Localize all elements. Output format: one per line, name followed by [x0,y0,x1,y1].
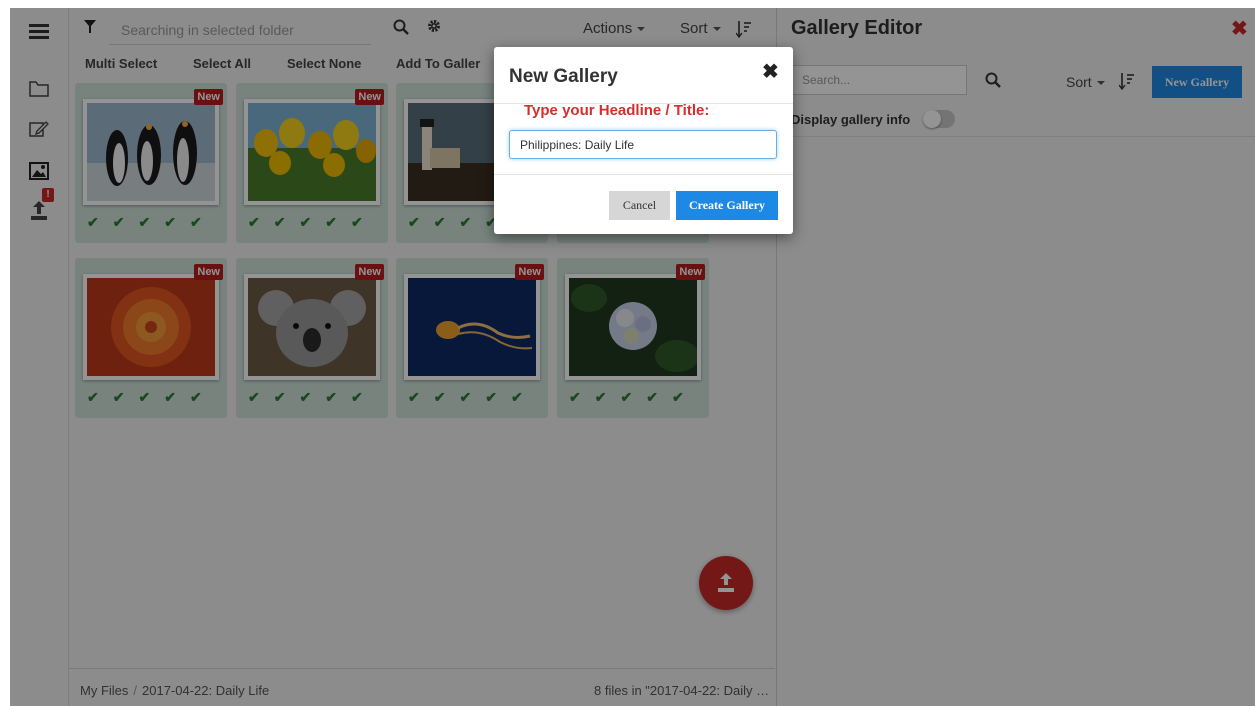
gallery-title-input[interactable] [509,130,777,159]
divider [494,174,793,175]
create-gallery-button[interactable]: Create Gallery [676,191,778,220]
new-gallery-dialog: New Gallery ✖ Type your Headline / Title… [494,47,793,234]
dialog-title: New Gallery [509,66,618,87]
cancel-button[interactable]: Cancel [609,191,670,220]
app-window: ! Searching in selected folder Actions S… [10,8,1255,706]
headline-label: Type your Headline / Title: [524,102,710,119]
close-icon[interactable]: ✖ [762,59,779,84]
